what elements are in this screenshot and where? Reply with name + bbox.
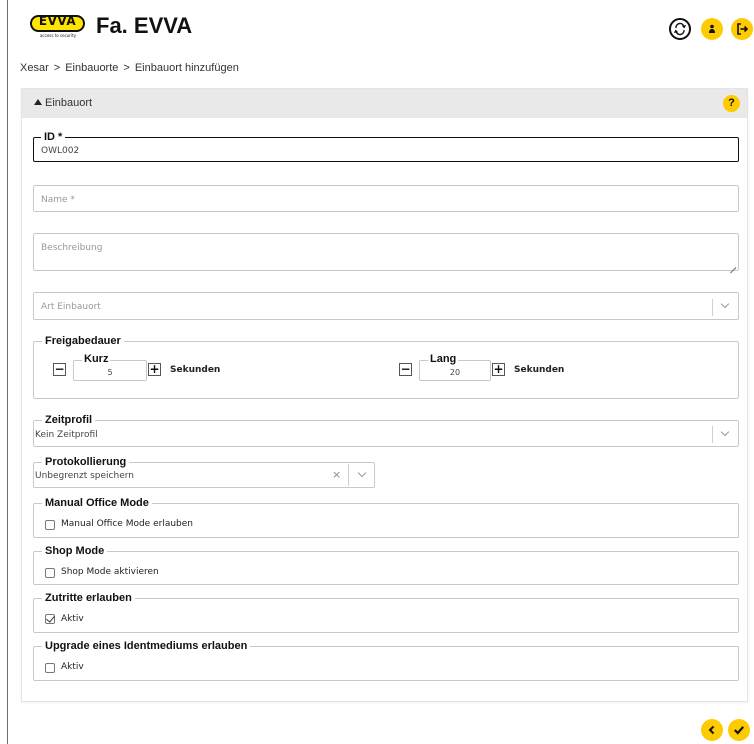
lang-label: Lang xyxy=(428,353,459,365)
beschreibung-textarea[interactable]: Beschreibung xyxy=(33,233,739,271)
zutritte-label: Aktiv xyxy=(61,614,84,624)
upgrade-label: Aktiv xyxy=(61,662,84,672)
name-placeholder: Name * xyxy=(41,195,75,205)
upgrade-title: Upgrade eines Identmediums erlauben xyxy=(42,639,251,653)
lang-decrement-button[interactable]: − xyxy=(399,363,412,376)
clear-icon[interactable]: × xyxy=(332,468,341,481)
breadcrumb-separator: > xyxy=(53,62,61,75)
sync-button[interactable] xyxy=(669,18,691,40)
protokollierung-select[interactable]: Protokollierung Unbegrenzt speichern × xyxy=(33,455,375,488)
manual-office-mode-group: Manual Office Mode Manual Office Mode er… xyxy=(33,496,739,538)
breadcrumb-einbauorte[interactable]: Einbauorte xyxy=(65,62,118,74)
name-field[interactable]: Name * xyxy=(33,185,739,212)
resize-handle-icon[interactable] xyxy=(729,261,736,268)
dropdown-separator xyxy=(348,464,349,486)
section-title-text: Einbauort xyxy=(45,97,93,109)
confirm-button[interactable] xyxy=(728,719,750,741)
zeitprofil-select[interactable]: Zeitprofil Kein Zeitprofil xyxy=(33,413,739,447)
freigabedauer-group: Freigabedauer − Kurz 5 + Sekunden − Lang… xyxy=(33,334,739,399)
kurz-decrement-button[interactable]: − xyxy=(53,363,66,376)
shop-mode-group: Shop Mode Shop Mode aktivieren xyxy=(33,544,739,585)
lang-input[interactable]: Lang 20 xyxy=(419,353,491,381)
back-button[interactable] xyxy=(701,719,723,741)
zutritte-group: Zutritte erlauben Aktiv xyxy=(33,591,739,633)
breadcrumb-current: Einbauort hinzufügen xyxy=(134,62,239,75)
app-header: EVVA access to security Fa. EVVA xyxy=(0,0,754,48)
lang-value: 20 xyxy=(449,368,461,377)
id-label: ID * xyxy=(41,130,66,144)
dropdown-separator xyxy=(712,299,713,316)
id-value: OWL002 xyxy=(41,146,80,156)
logout-button[interactable] xyxy=(731,18,753,40)
logout-icon xyxy=(737,23,749,35)
manual-office-mode-checkbox[interactable] xyxy=(45,520,55,530)
confirm-icon xyxy=(734,726,745,735)
kurz-label: Kurz xyxy=(82,353,111,365)
lang-increment-button[interactable]: + xyxy=(492,363,505,376)
section-header[interactable]: Einbauort ? xyxy=(22,89,747,118)
zeitprofil-label: Zeitprofil xyxy=(42,413,96,427)
art-einbauort-placeholder: Art Einbauort xyxy=(41,302,101,312)
logo-text: EVVA xyxy=(38,14,77,28)
chevron-down-icon xyxy=(720,299,730,309)
manual-office-mode-title: Manual Office Mode xyxy=(42,496,152,510)
zutritte-title: Zutritte erlauben xyxy=(42,591,135,605)
protokollierung-label: Protokollierung xyxy=(42,455,130,469)
breadcrumb: Xesar > Einbauorte > Einbauort hinzufügen xyxy=(20,62,239,74)
manual-office-mode-label: Manual Office Mode erlauben xyxy=(61,519,193,529)
company-title: Fa. EVVA xyxy=(96,13,193,38)
evva-logo: EVVA access to security xyxy=(30,15,85,38)
upgrade-checkbox[interactable] xyxy=(45,663,55,673)
beschreibung-placeholder: Beschreibung xyxy=(41,243,103,253)
freigabedauer-title: Freigabedauer xyxy=(42,334,124,348)
sync-icon xyxy=(673,22,687,36)
kurz-stepper: − Kurz 5 + Sekunden xyxy=(53,353,233,382)
collapse-caret-icon xyxy=(34,99,42,105)
shop-mode-title: Shop Mode xyxy=(42,544,108,558)
dropdown-separator xyxy=(712,426,713,443)
kurz-input[interactable]: Kurz 5 xyxy=(73,353,147,381)
back-icon xyxy=(708,725,715,735)
section-title: Einbauort xyxy=(34,97,92,109)
help-button[interactable]: ? xyxy=(723,95,740,112)
breadcrumb-separator: > xyxy=(123,62,130,75)
kurz-increment-button[interactable]: + xyxy=(148,363,161,376)
logo-tagline: access to security xyxy=(39,33,76,38)
chevron-down-icon xyxy=(720,427,730,437)
kurz-value: 5 xyxy=(107,368,113,377)
protokollierung-value: Unbegrenzt speichern xyxy=(35,471,134,481)
shop-mode-checkbox[interactable] xyxy=(45,568,55,578)
shop-mode-label: Shop Mode aktivieren xyxy=(61,567,159,577)
chevron-down-icon xyxy=(357,468,367,478)
lang-stepper: − Lang 20 + Sekunden xyxy=(399,353,579,382)
zeitprofil-value: Kein Zeitprofil xyxy=(35,430,98,440)
upgrade-group: Upgrade eines Identmediums erlauben Akti… xyxy=(33,639,739,681)
art-einbauort-select[interactable]: Art Einbauort xyxy=(33,292,739,320)
id-field[interactable]: ID * OWL002 xyxy=(33,130,739,162)
lang-unit: Sekunden xyxy=(514,365,565,375)
user-icon xyxy=(709,24,715,33)
zutritte-checkbox[interactable] xyxy=(45,614,55,624)
kurz-unit: Sekunden xyxy=(170,365,221,375)
user-button[interactable] xyxy=(701,18,723,40)
breadcrumb-xesar[interactable]: Xesar xyxy=(20,62,49,74)
window-border xyxy=(7,0,8,744)
